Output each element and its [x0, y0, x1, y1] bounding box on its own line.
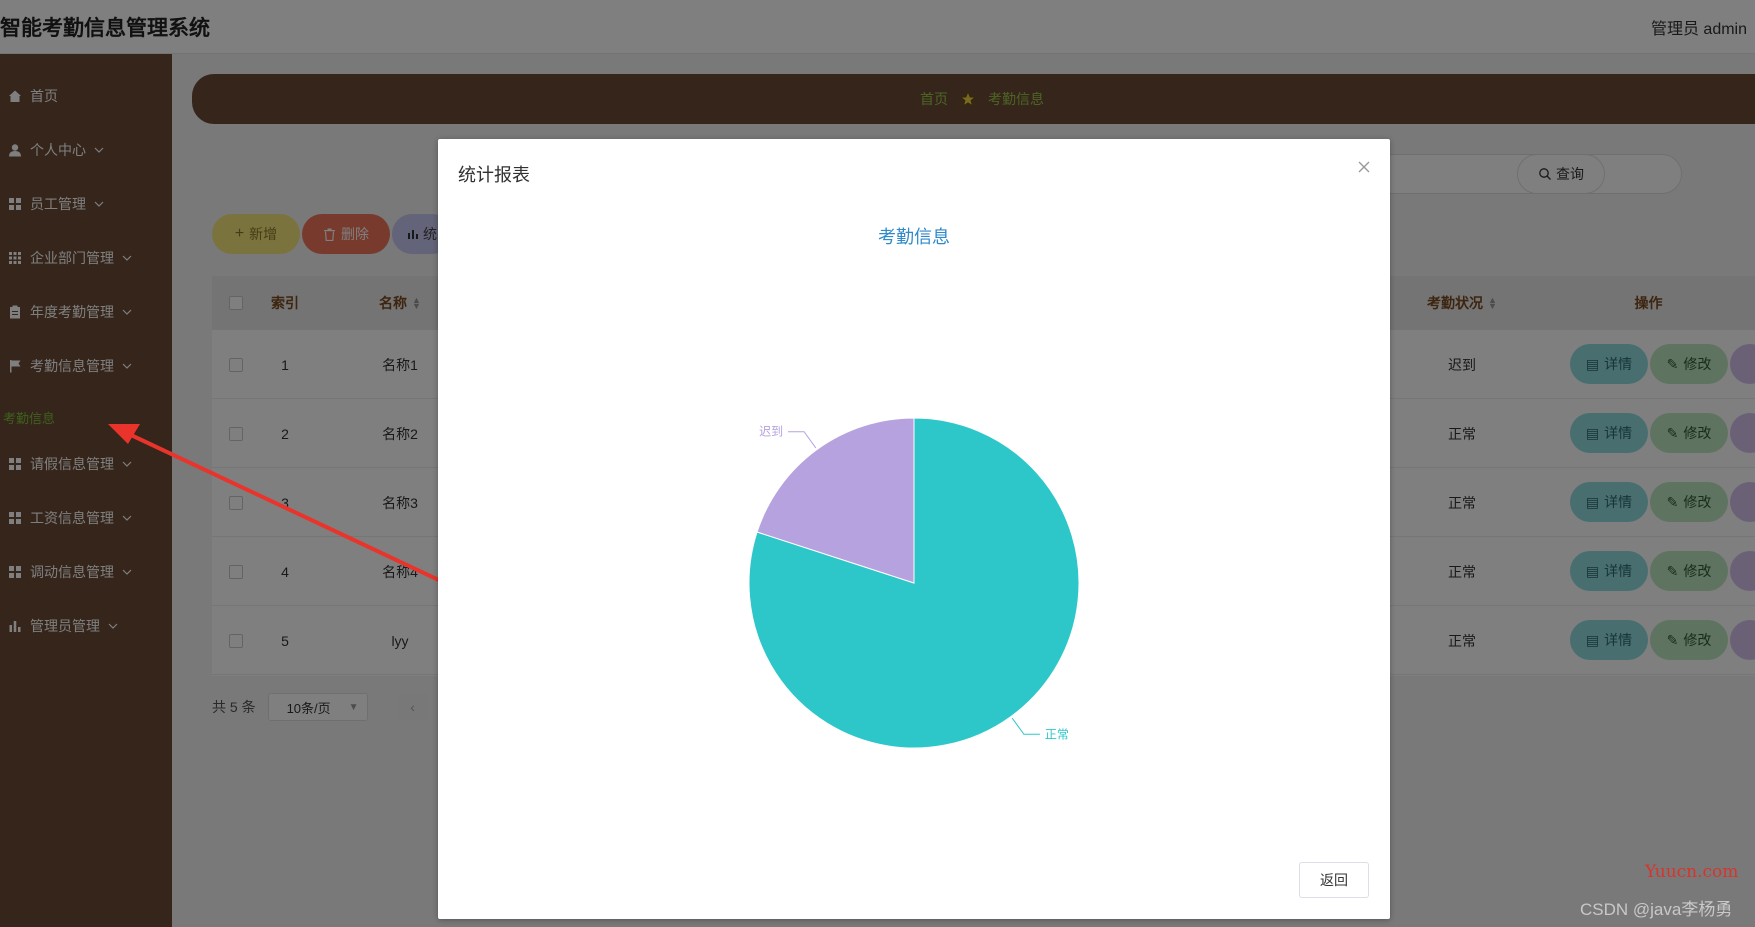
pie-label: 迟到 — [759, 425, 783, 439]
pie-chart: 正常 迟到 — [748, 417, 1080, 749]
pie-label-line — [788, 431, 817, 449]
statistics-dialog: 统计报表 考勤信息 正常 迟到 返回 — [438, 139, 1390, 919]
watermark-site: Yuucn.com — [1645, 862, 1739, 882]
back-button[interactable]: 返回 — [1299, 862, 1369, 898]
pie-label: 正常 — [1045, 727, 1069, 741]
watermark-author: CSDN @java李杨勇 — [1580, 900, 1733, 919]
pie-label-line — [1011, 717, 1040, 735]
